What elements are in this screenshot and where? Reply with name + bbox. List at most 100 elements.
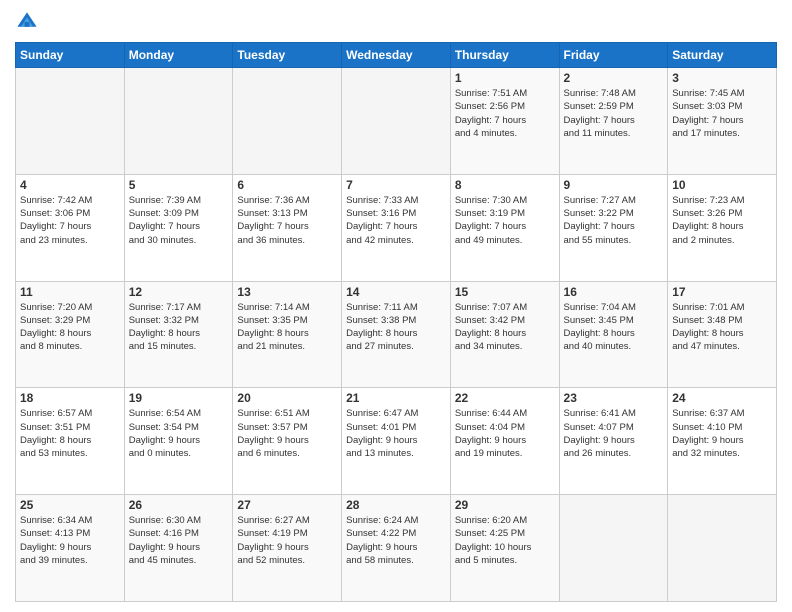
day-number: 29 [455, 498, 555, 512]
day-info: Sunrise: 7:39 AM Sunset: 3:09 PM Dayligh… [129, 194, 229, 247]
day-number: 9 [564, 178, 664, 192]
weekday-sunday: Sunday [16, 43, 125, 68]
day-info: Sunrise: 6:20 AM Sunset: 4:25 PM Dayligh… [455, 514, 555, 567]
calendar-cell: 20Sunrise: 6:51 AM Sunset: 3:57 PM Dayli… [233, 388, 342, 495]
calendar-cell: 9 Sunrise: 7:27 AM Sunset: 3:22 PM Daylig… [559, 174, 668, 281]
calendar-cell: 19 Sunrise: 6:54 AM Sunset: 3:54 PM Dayli… [124, 388, 233, 495]
day-info: Sunrise: 7:33 AM Sunset: 3:16 PM Dayligh… [346, 194, 446, 247]
day-number: 25 [20, 498, 120, 512]
day-info: Sunrise: 7:23 AM Sunset: 3:26 PM Dayligh… [672, 194, 772, 247]
logo [15, 10, 43, 34]
day-info: Sunrise: 7:20 AM Sunset: 3:29 PM Dayligh… [20, 301, 120, 354]
calendar-cell: 21 Sunrise: 6:47 AM Sunset: 4:01 PM Dayli… [342, 388, 451, 495]
day-info: Sunrise: 7:42 AM Sunset: 3:06 PM Dayligh… [20, 194, 120, 247]
day-number: 15 [455, 285, 555, 299]
day-info: Sunrise: 6:37 AM Sunset: 4:10 PM Dayligh… [672, 407, 772, 460]
day-number: 14 [346, 285, 446, 299]
weekday-wednesday: Wednesday [342, 43, 451, 68]
day-number: 17 [672, 285, 772, 299]
day-number: 2 [564, 71, 664, 85]
week-row-3: 11 Sunrise: 7:20 AM Sunset: 3:29 PM Dayli… [16, 281, 777, 388]
day-number: 24 [672, 391, 772, 405]
day-number: 27 [237, 498, 337, 512]
week-row-5: 25 Sunrise: 6:34 AM Sunset: 4:13 PM Dayli… [16, 495, 777, 602]
page: SundayMondayTuesdayWednesdayThursdayFrid… [0, 0, 792, 612]
day-number: 3 [672, 71, 772, 85]
day-number: 7 [346, 178, 446, 192]
day-info: Sunrise: 6:24 AM Sunset: 4:22 PM Dayligh… [346, 514, 446, 567]
day-info: Sunrise: 6:27 AM Sunset: 4:19 PM Dayligh… [237, 514, 337, 567]
day-number: 5 [129, 178, 229, 192]
day-info: Sunrise: 7:14 AM Sunset: 3:35 PM Dayligh… [237, 301, 337, 354]
calendar-cell: 13 Sunrise: 7:14 AM Sunset: 3:35 PM Dayli… [233, 281, 342, 388]
calendar-cell: 6 Sunrise: 7:36 AM Sunset: 3:13 PM Daylig… [233, 174, 342, 281]
calendar-table: SundayMondayTuesdayWednesdayThursdayFrid… [15, 42, 777, 602]
weekday-thursday: Thursday [450, 43, 559, 68]
day-info: Sunrise: 6:54 AM Sunset: 3:54 PM Dayligh… [129, 407, 229, 460]
calendar-cell: 27 Sunrise: 6:27 AM Sunset: 4:19 PM Dayli… [233, 495, 342, 602]
weekday-friday: Friday [559, 43, 668, 68]
calendar-cell: 25 Sunrise: 6:34 AM Sunset: 4:13 PM Dayli… [16, 495, 125, 602]
calendar-cell: 16Sunrise: 7:04 AM Sunset: 3:45 PM Dayli… [559, 281, 668, 388]
day-number: 21 [346, 391, 446, 405]
weekday-header-row: SundayMondayTuesdayWednesdayThursdayFrid… [16, 43, 777, 68]
calendar-cell [233, 68, 342, 175]
calendar-cell: 5 Sunrise: 7:39 AM Sunset: 3:09 PM Daylig… [124, 174, 233, 281]
calendar-cell: 7 Sunrise: 7:33 AM Sunset: 3:16 PM Daylig… [342, 174, 451, 281]
day-info: Sunrise: 7:48 AM Sunset: 2:59 PM Dayligh… [564, 87, 664, 140]
calendar-cell: 8 Sunrise: 7:30 AM Sunset: 3:19 PM Daylig… [450, 174, 559, 281]
day-info: Sunrise: 7:17 AM Sunset: 3:32 PM Dayligh… [129, 301, 229, 354]
day-info: Sunrise: 6:51 AM Sunset: 3:57 PM Dayligh… [237, 407, 337, 460]
calendar-cell: 18Sunrise: 6:57 AM Sunset: 3:51 PM Dayli… [16, 388, 125, 495]
week-row-4: 18Sunrise: 6:57 AM Sunset: 3:51 PM Dayli… [16, 388, 777, 495]
day-info: Sunrise: 7:01 AM Sunset: 3:48 PM Dayligh… [672, 301, 772, 354]
day-number: 11 [20, 285, 120, 299]
calendar-cell: 10 Sunrise: 7:23 AM Sunset: 3:26 PM Dayli… [668, 174, 777, 281]
day-info: Sunrise: 7:11 AM Sunset: 3:38 PM Dayligh… [346, 301, 446, 354]
calendar-cell: 17 Sunrise: 7:01 AM Sunset: 3:48 PM Dayli… [668, 281, 777, 388]
week-row-1: 1Sunrise: 7:51 AM Sunset: 2:56 PM Daylig… [16, 68, 777, 175]
day-number: 10 [672, 178, 772, 192]
day-number: 8 [455, 178, 555, 192]
day-info: Sunrise: 7:07 AM Sunset: 3:42 PM Dayligh… [455, 301, 555, 354]
day-number: 13 [237, 285, 337, 299]
day-info: Sunrise: 7:30 AM Sunset: 3:19 PM Dayligh… [455, 194, 555, 247]
day-info: Sunrise: 6:41 AM Sunset: 4:07 PM Dayligh… [564, 407, 664, 460]
calendar-cell: 11 Sunrise: 7:20 AM Sunset: 3:29 PM Dayli… [16, 281, 125, 388]
weekday-tuesday: Tuesday [233, 43, 342, 68]
day-number: 26 [129, 498, 229, 512]
day-number: 16 [564, 285, 664, 299]
day-info: Sunrise: 7:27 AM Sunset: 3:22 PM Dayligh… [564, 194, 664, 247]
calendar-cell: 3 Sunrise: 7:45 AM Sunset: 3:03 PM Daylig… [668, 68, 777, 175]
day-info: Sunrise: 6:34 AM Sunset: 4:13 PM Dayligh… [20, 514, 120, 567]
day-info: Sunrise: 6:44 AM Sunset: 4:04 PM Dayligh… [455, 407, 555, 460]
day-number: 12 [129, 285, 229, 299]
day-info: Sunrise: 6:30 AM Sunset: 4:16 PM Dayligh… [129, 514, 229, 567]
day-number: 23 [564, 391, 664, 405]
day-info: Sunrise: 7:36 AM Sunset: 3:13 PM Dayligh… [237, 194, 337, 247]
calendar-cell: 14 Sunrise: 7:11 AM Sunset: 3:38 PM Dayli… [342, 281, 451, 388]
day-number: 19 [129, 391, 229, 405]
calendar-cell [16, 68, 125, 175]
calendar-cell [342, 68, 451, 175]
calendar-cell: 23 Sunrise: 6:41 AM Sunset: 4:07 PM Dayli… [559, 388, 668, 495]
calendar-cell: 29 Sunrise: 6:20 AM Sunset: 4:25 PM Dayli… [450, 495, 559, 602]
calendar-cell: 22Sunrise: 6:44 AM Sunset: 4:04 PM Dayli… [450, 388, 559, 495]
calendar-cell [559, 495, 668, 602]
day-info: Sunrise: 6:57 AM Sunset: 3:51 PM Dayligh… [20, 407, 120, 460]
calendar-cell: 28 Sunrise: 6:24 AM Sunset: 4:22 PM Dayli… [342, 495, 451, 602]
day-info: Sunrise: 7:45 AM Sunset: 3:03 PM Dayligh… [672, 87, 772, 140]
day-info: Sunrise: 6:47 AM Sunset: 4:01 PM Dayligh… [346, 407, 446, 460]
calendar-cell [124, 68, 233, 175]
calendar-cell: 15 Sunrise: 7:07 AM Sunset: 3:42 PM Dayli… [450, 281, 559, 388]
calendar-cell [668, 495, 777, 602]
week-row-2: 4 Sunrise: 7:42 AM Sunset: 3:06 PM Daylig… [16, 174, 777, 281]
weekday-monday: Monday [124, 43, 233, 68]
calendar-cell: 24 Sunrise: 6:37 AM Sunset: 4:10 PM Dayli… [668, 388, 777, 495]
header [15, 10, 777, 34]
weekday-saturday: Saturday [668, 43, 777, 68]
day-number: 6 [237, 178, 337, 192]
day-number: 28 [346, 498, 446, 512]
day-number: 4 [20, 178, 120, 192]
day-info: Sunrise: 7:51 AM Sunset: 2:56 PM Dayligh… [455, 87, 555, 140]
